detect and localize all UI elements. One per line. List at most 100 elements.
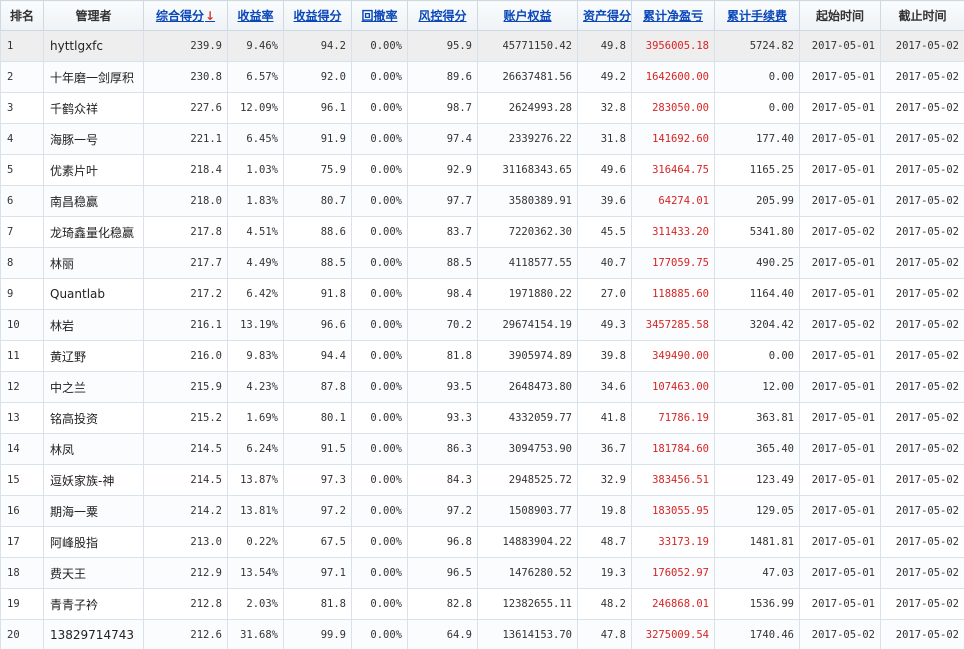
table-row[interactable]: 14 林凤 214.5 6.24% 91.5 0.00% 86.3 3094753.90 36.… bbox=[0, 433, 964, 465]
cell-start-time: 2017-05-01 bbox=[799, 402, 881, 434]
column-header-return-rate[interactable]: 收益率 bbox=[227, 0, 284, 31]
table-row[interactable]: 4 海豚一号 221.1 6.45% 91.9 0.00% 97.4 2339276.22 31… bbox=[0, 123, 964, 155]
cell-risk-score: 89.6 bbox=[407, 61, 478, 93]
cell-manager[interactable]: 海豚一号 bbox=[43, 123, 144, 155]
cell-manager[interactable]: 林丽 bbox=[43, 247, 144, 279]
table-row[interactable]: 12 中之兰 215.9 4.23% 87.8 0.00% 93.5 2648473.80 34… bbox=[0, 371, 964, 403]
column-header-risk-score[interactable]: 风控得分 bbox=[407, 0, 478, 31]
table-row[interactable]: 5 优素片叶 218.4 1.03% 75.9 0.00% 92.9 31168343.65 4… bbox=[0, 154, 964, 186]
cell-asset-score: 49.6 bbox=[577, 154, 632, 186]
cell-rank: 1 bbox=[0, 30, 44, 62]
cell-manager[interactable]: 龙琦鑫量化稳赢 bbox=[43, 216, 144, 248]
table-row[interactable]: 6 南昌稳赢 218.0 1.83% 80.7 0.00% 97.7 3580389.91 39… bbox=[0, 185, 964, 217]
table-row[interactable]: 18 费天王 212.9 13.54% 97.1 0.00% 96.5 1476280.52 1… bbox=[0, 557, 964, 589]
table-row[interactable]: 17 阿峰股指 213.0 0.22% 67.5 0.00% 96.8 14883904.22… bbox=[0, 526, 964, 558]
table-row[interactable]: 8 林丽 217.7 4.49% 88.5 0.00% 88.5 4118577.55 40.7… bbox=[0, 247, 964, 279]
cell-end-time: 2017-05-02 bbox=[880, 92, 964, 124]
cell-manager[interactable]: 期海一粟 bbox=[43, 495, 144, 527]
table-row[interactable]: 3 千鹤众祥 227.6 12.09% 96.1 0.00% 98.7 2624993.28 3… bbox=[0, 92, 964, 124]
cell-return-rate: 9.46% bbox=[227, 30, 284, 62]
cell-return-score: 96.6 bbox=[283, 309, 352, 341]
table-row[interactable]: 1 hyttlgxfc 239.9 9.46% 94.2 0.00% 95.9 4577115… bbox=[0, 30, 964, 62]
cell-manager[interactable]: 十年磨一剑厚积 bbox=[43, 61, 144, 93]
column-header-net-profit[interactable]: 累计净盈亏 bbox=[631, 0, 715, 31]
sort-desc-icon[interactable]: ↓ bbox=[205, 9, 215, 23]
cell-end-time: 2017-05-02 bbox=[880, 340, 964, 372]
cell-net-profit: 383456.51 bbox=[631, 464, 715, 496]
cell-end-time: 2017-05-02 bbox=[880, 433, 964, 465]
cell-total-fee: 5724.82 bbox=[714, 30, 800, 62]
cell-manager[interactable]: 阿峰股指 bbox=[43, 526, 144, 558]
cell-manager[interactable]: 林凤 bbox=[43, 433, 144, 465]
table-row[interactable]: 13 铭高投资 215.2 1.69% 80.1 0.00% 93.3 4332059.77 4… bbox=[0, 402, 964, 434]
cell-total-fee: 5341.80 bbox=[714, 216, 800, 248]
cell-return-rate: 6.57% bbox=[227, 61, 284, 93]
cell-return-rate: 13.81% bbox=[227, 495, 284, 527]
cell-manager[interactable]: 铭高投资 bbox=[43, 402, 144, 434]
table-row[interactable]: 10 林岩 216.1 13.19% 96.6 0.00% 70.2 29674154.19 4… bbox=[0, 309, 964, 341]
cell-risk-score: 97.2 bbox=[407, 495, 478, 527]
column-header-asset-score[interactable]: 资产得分 bbox=[577, 0, 632, 31]
column-header-label: 累计净盈亏 bbox=[642, 9, 703, 23]
cell-total-fee: 363.81 bbox=[714, 402, 800, 434]
table-row[interactable]: 11 黄辽野 216.0 9.83% 94.4 0.00% 81.8 3905974.89 39… bbox=[0, 340, 964, 372]
table-row[interactable]: 20 13829714743 212.6 31.68% 99.9 0.00% 64.9 136… bbox=[0, 619, 964, 649]
cell-manager[interactable]: 黄辽野 bbox=[43, 340, 144, 372]
cell-manager[interactable]: Quantlab bbox=[43, 278, 144, 310]
column-header-total-fee[interactable]: 累计手续费 bbox=[714, 0, 800, 31]
cell-manager[interactable]: 青青子衿 bbox=[43, 588, 144, 620]
table-row[interactable]: 19 青青子衿 212.8 2.03% 81.8 0.00% 82.8 12382655.11… bbox=[0, 588, 964, 620]
cell-return-rate: 1.83% bbox=[227, 185, 284, 217]
cell-return-score: 88.5 bbox=[283, 247, 352, 279]
cell-risk-score: 84.3 bbox=[407, 464, 478, 496]
cell-manager[interactable]: 中之兰 bbox=[43, 371, 144, 403]
cell-drawdown-rate: 0.00% bbox=[351, 247, 408, 279]
table-row[interactable]: 7 龙琦鑫量化稳赢 217.8 4.51% 88.6 0.00% 83.7 7220362.3… bbox=[0, 216, 964, 248]
cell-account-equity: 3580389.91 bbox=[477, 185, 578, 217]
cell-asset-score: 19.3 bbox=[577, 557, 632, 589]
cell-total-fee: 129.05 bbox=[714, 495, 800, 527]
cell-total-fee: 12.00 bbox=[714, 371, 800, 403]
cell-drawdown-rate: 0.00% bbox=[351, 30, 408, 62]
cell-drawdown-rate: 0.00% bbox=[351, 154, 408, 186]
cell-return-rate: 4.49% bbox=[227, 247, 284, 279]
cell-account-equity: 4332059.77 bbox=[477, 402, 578, 434]
cell-manager[interactable]: 南昌稳赢 bbox=[43, 185, 144, 217]
cell-manager[interactable]: 逗妖家族-神 bbox=[43, 464, 144, 496]
cell-account-equity: 12382655.11 bbox=[477, 588, 578, 620]
cell-return-score: 96.1 bbox=[283, 92, 352, 124]
cell-manager[interactable]: 优素片叶 bbox=[43, 154, 144, 186]
table-row[interactable]: 9 Quantlab 217.2 6.42% 91.8 0.00% 98.4 1971880.… bbox=[0, 278, 964, 310]
cell-manager[interactable]: 千鹤众祥 bbox=[43, 92, 144, 124]
table-row[interactable]: 16 期海一粟 214.2 13.81% 97.2 0.00% 97.2 1508903.77… bbox=[0, 495, 964, 527]
cell-asset-score: 31.8 bbox=[577, 123, 632, 155]
cell-start-time: 2017-05-01 bbox=[799, 123, 881, 155]
table-row[interactable]: 15 逗妖家族-神 214.5 13.87% 97.3 0.00% 84.3 2948525.… bbox=[0, 464, 964, 496]
table-row[interactable]: 2 十年磨一剑厚积 230.8 6.57% 92.0 0.00% 89.6 26637481.… bbox=[0, 61, 964, 93]
cell-account-equity: 13614153.70 bbox=[477, 619, 578, 649]
cell-risk-score: 88.5 bbox=[407, 247, 478, 279]
cell-start-time: 2017-05-01 bbox=[799, 247, 881, 279]
column-header-return-score[interactable]: 收益得分 bbox=[283, 0, 352, 31]
cell-composite-score: 216.0 bbox=[143, 340, 228, 372]
cell-drawdown-rate: 0.00% bbox=[351, 495, 408, 527]
cell-rank: 6 bbox=[0, 185, 44, 217]
cell-asset-score: 49.3 bbox=[577, 309, 632, 341]
cell-manager[interactable]: 费天王 bbox=[43, 557, 144, 589]
column-header-drawdown-rate[interactable]: 回撤率 bbox=[351, 0, 408, 31]
cell-manager[interactable]: 13829714743 bbox=[43, 619, 144, 649]
cell-return-score: 99.9 bbox=[283, 619, 352, 649]
cell-account-equity: 26637481.56 bbox=[477, 61, 578, 93]
cell-total-fee: 177.40 bbox=[714, 123, 800, 155]
column-header-account-equity[interactable]: 账户权益 bbox=[477, 0, 578, 31]
cell-asset-score: 19.8 bbox=[577, 495, 632, 527]
cell-total-fee: 47.03 bbox=[714, 557, 800, 589]
cell-end-time: 2017-05-02 bbox=[880, 30, 964, 62]
column-header-label: 风控得分 bbox=[418, 9, 467, 23]
cell-manager[interactable]: hyttlgxfc bbox=[43, 30, 144, 62]
cell-manager[interactable]: 林岩 bbox=[43, 309, 144, 341]
cell-return-rate: 6.42% bbox=[227, 278, 284, 310]
column-header-composite-score[interactable]: 综合得分↓ bbox=[143, 0, 228, 31]
cell-end-time: 2017-05-02 bbox=[880, 402, 964, 434]
cell-risk-score: 95.9 bbox=[407, 30, 478, 62]
